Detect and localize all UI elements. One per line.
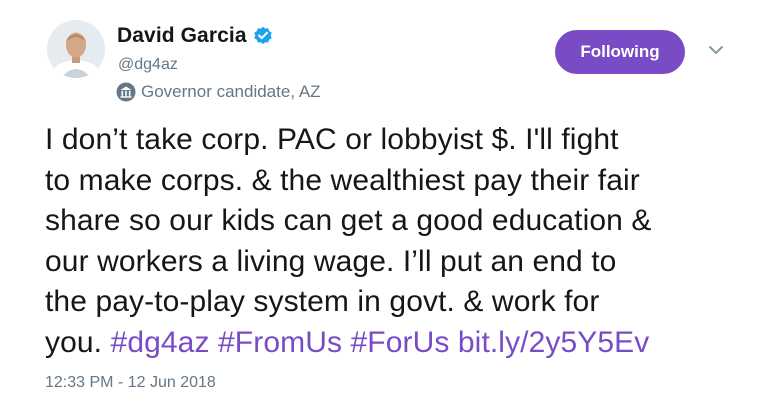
tweet-card: David Garcia @dg4az Governor candidate, …	[0, 0, 768, 411]
tweet-line: I don’t take corp. PAC or lobbyist $. I'…	[45, 123, 619, 156]
author-label-row: Governor candidate, AZ	[116, 82, 321, 102]
tweet-text: I don’t take corp. PAC or lobbyist $. I'…	[45, 120, 750, 364]
hashtag-link[interactable]: #dg4az	[111, 326, 210, 359]
tweet-line: the pay-to-play system in govt. & work f…	[45, 285, 600, 319]
tweet-line: share so our kids can get a good educati…	[45, 204, 652, 238]
hashtag-link[interactable]: #FromUs	[218, 326, 342, 359]
chevron-down-icon[interactable]	[706, 43, 726, 57]
url-link[interactable]: bit.ly/2y5Y5Ev	[458, 326, 650, 359]
author-label: Governor candidate, AZ	[141, 82, 321, 101]
tweet-line-last: you. #dg4az #FromUs #ForUs bit.ly/2y5Y5E…	[45, 323, 750, 364]
author-display-name[interactable]: David Garcia	[117, 24, 247, 48]
author-name-row: David Garcia	[117, 24, 273, 48]
avatar[interactable]	[47, 20, 105, 78]
tweet-line: our workers a living wage. I’ll put an e…	[45, 244, 617, 278]
tweet-timestamp[interactable]: 12:33 PM - 12 Jun 2018	[45, 374, 216, 392]
tweet-line: to make corps. & the wealthiest pay thei…	[45, 163, 640, 197]
following-button[interactable]: Following	[555, 30, 685, 74]
tweet-text-end: you.	[45, 325, 103, 359]
verified-badge-icon	[253, 26, 273, 46]
author-handle[interactable]: @dg4az	[118, 56, 178, 74]
government-building-icon	[116, 82, 136, 102]
hashtag-link[interactable]: #ForUs	[351, 326, 450, 359]
